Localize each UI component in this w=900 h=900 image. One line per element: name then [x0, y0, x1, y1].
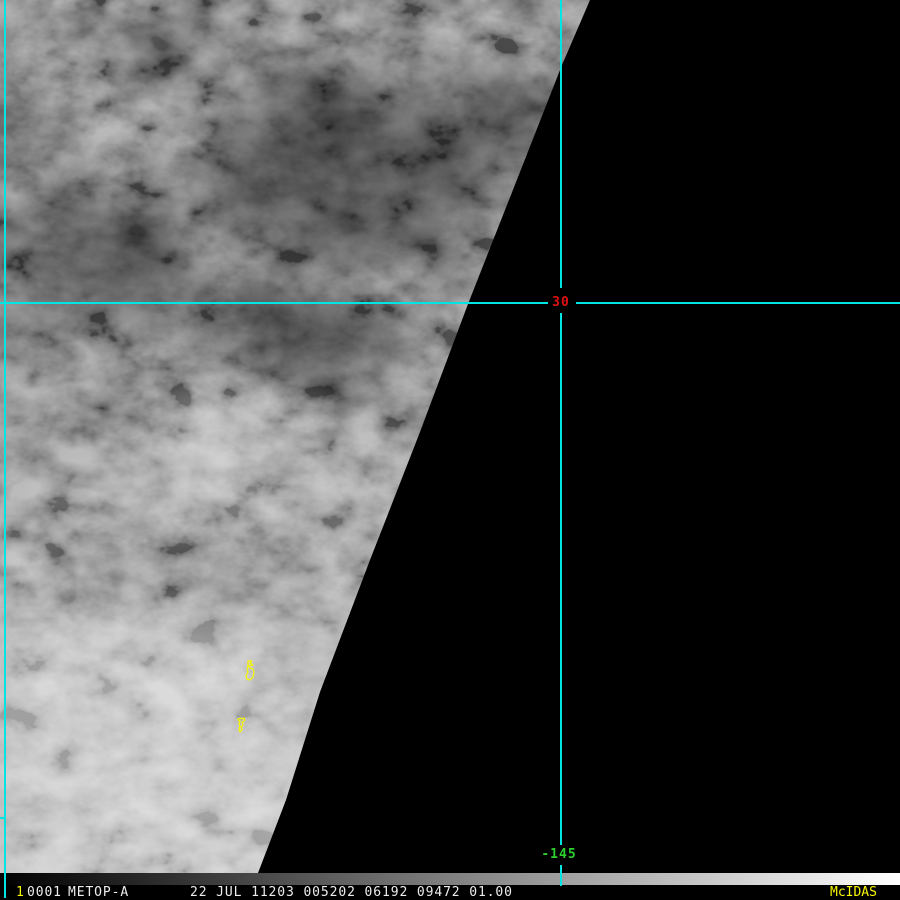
longitude-label: -145: [541, 847, 577, 862]
latitude-tick-left-edge: [0, 817, 4, 819]
latitude-label: 30: [552, 295, 570, 310]
image-number: 0001: [27, 885, 62, 900]
satellite-name: METOP-A: [68, 885, 130, 900]
cloud-texture: [0, 0, 590, 873]
longitude-line-left: [4, 0, 6, 898]
latitude-line-left-segment: [0, 302, 548, 304]
grayscale-colorbar: [0, 873, 900, 885]
latitude-line-right-segment: [576, 302, 900, 304]
longitude-line-center-middle: [560, 313, 562, 845]
longitude-line-center-lower: [560, 865, 562, 886]
mcidas-display-window: 30 -145 1 0001 METOP-A 22 JUL 11203 0052…: [0, 0, 900, 900]
image-datetime-info: 22 JUL 11203 005202 06192 09472 01.00: [190, 885, 513, 900]
frame-number: 1: [16, 885, 25, 900]
status-bar: 1 0001 METOP-A 22 JUL 11203 005202 06192…: [0, 885, 900, 900]
longitude-line-center-upper: [560, 0, 562, 288]
satellite-image-canvas[interactable]: [0, 0, 900, 873]
mcidas-brand-label: McIDAS: [830, 885, 877, 900]
